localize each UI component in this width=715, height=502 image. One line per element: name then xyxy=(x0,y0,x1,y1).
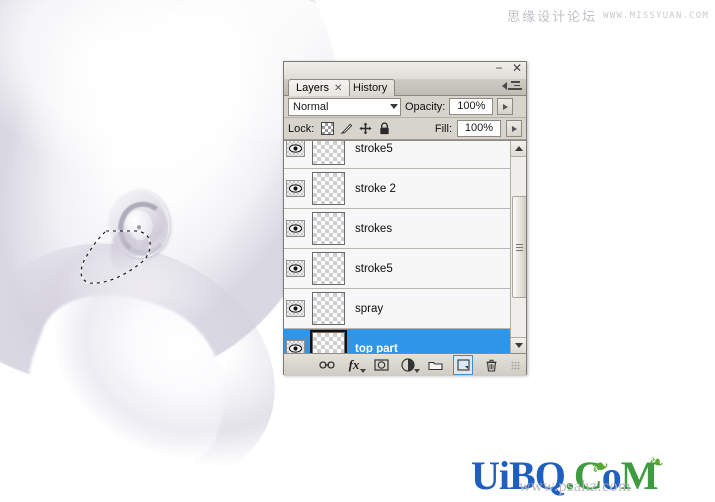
layer-thumbnail-cell[interactable] xyxy=(306,252,350,285)
panel-menu-icon[interactable] xyxy=(502,81,522,93)
layer-name-label: strokes xyxy=(355,222,393,235)
lock-icon-group[interactable] xyxy=(321,122,391,135)
layer-style-fx-icon[interactable]: fx xyxy=(345,356,366,374)
layer-thumbnail[interactable] xyxy=(311,292,345,325)
scroll-down-button[interactable] xyxy=(511,337,526,353)
eye-icon[interactable] xyxy=(285,300,305,317)
layer-visibility-toggle[interactable] xyxy=(284,329,306,353)
panel-menu-triangle xyxy=(502,82,507,90)
layer-name-label: stroke5 xyxy=(355,142,393,155)
layer-thumbnail-cell[interactable] xyxy=(306,292,350,325)
lock-all-icon[interactable] xyxy=(378,122,391,135)
window-controls[interactable]: − ✕ xyxy=(493,62,523,76)
blend-options-row[interactable]: Normal Opacity: 100% xyxy=(284,96,526,118)
fill-input[interactable]: 100% xyxy=(457,120,501,137)
lock-position-icon[interactable] xyxy=(359,122,372,135)
layer-rows: stroke5 stroke 2 strokes stroke5 spray t… xyxy=(284,141,511,353)
lock-row[interactable]: Lock: Fill: 100% xyxy=(284,118,526,140)
blend-mode-value: Normal xyxy=(293,100,329,113)
menu-line xyxy=(514,84,520,86)
marching-ants-selection[interactable] xyxy=(78,228,163,290)
scrollbar-grip-icon xyxy=(516,242,523,253)
chevron-up-icon xyxy=(514,146,523,151)
eye-icon[interactable] xyxy=(285,141,305,157)
lock-label: Lock: xyxy=(288,122,315,135)
menu-line xyxy=(508,88,522,90)
layer-visibility-toggle[interactable] xyxy=(284,289,306,328)
layer-thumbnail[interactable] xyxy=(311,141,345,165)
table-row[interactable]: stroke5 xyxy=(284,249,511,289)
fill-label: Fill: xyxy=(434,122,452,135)
eye-icon[interactable] xyxy=(285,220,305,237)
close-icon[interactable]: ✕ xyxy=(511,62,523,76)
fill-slider-button[interactable] xyxy=(506,120,522,137)
chevron-right-icon xyxy=(502,103,508,110)
panel-tabbar[interactable]: Layers ✕ History xyxy=(284,79,526,96)
watermark-top: 思缘设计论坛 WWW.MISSYUAN.COM xyxy=(507,6,709,25)
chevron-right-icon xyxy=(511,125,517,132)
tab-layers[interactable]: Layers ✕ xyxy=(288,79,351,96)
layer-visibility-toggle[interactable] xyxy=(284,169,306,208)
delete-layer-trash-icon[interactable] xyxy=(482,356,500,374)
chevron-down-icon xyxy=(360,369,366,373)
new-group-folder-icon[interactable] xyxy=(426,356,444,374)
tab-close-icon[interactable]: ✕ xyxy=(334,83,342,94)
layer-list-scrollbar[interactable] xyxy=(510,141,526,353)
layer-thumbnail-cell[interactable] xyxy=(306,172,350,205)
chevron-down-icon xyxy=(390,104,398,109)
layer-thumbnail-cell[interactable] xyxy=(306,330,350,353)
opacity-slider-button[interactable] xyxy=(497,98,514,115)
layers-panel[interactable]: − ✕ Layers ✕ History Normal Opacity: 100%… xyxy=(283,61,527,376)
watermark-chinese-text: 思缘设计论坛 xyxy=(507,10,598,25)
layer-thumbnail[interactable] xyxy=(309,330,347,353)
layer-thumbnail[interactable] xyxy=(311,172,345,205)
watermark-bottom-url: www.psahz.com xyxy=(519,478,632,495)
table-row[interactable]: spray xyxy=(284,289,511,329)
layer-thumbnail[interactable] xyxy=(311,212,345,245)
lock-transparent-pixels-icon[interactable] xyxy=(321,122,335,135)
opacity-label: Opacity: xyxy=(405,100,446,113)
layer-list[interactable]: stroke5 stroke 2 strokes stroke5 spray t… xyxy=(284,140,526,353)
eye-icon[interactable] xyxy=(285,260,305,277)
layer-name-label: spray xyxy=(355,302,384,315)
table-row[interactable]: stroke5 xyxy=(284,141,511,169)
layer-thumbnail-cell[interactable] xyxy=(306,141,350,165)
new-layer-icon[interactable] xyxy=(453,355,473,375)
add-layer-mask-icon[interactable] xyxy=(372,356,390,374)
layer-name-label: top part xyxy=(355,342,398,354)
layer-name-label: stroke5 xyxy=(355,262,393,275)
new-adjustment-layer-icon[interactable] xyxy=(399,356,420,374)
layer-thumbnail[interactable] xyxy=(311,252,345,285)
layer-name-label: stroke 2 xyxy=(355,182,396,195)
tab-history[interactable]: History xyxy=(345,79,396,96)
tab-layers-label: Layers xyxy=(296,82,330,94)
layer-visibility-toggle[interactable] xyxy=(284,141,306,168)
scroll-up-button[interactable] xyxy=(511,141,526,157)
link-layers-icon[interactable] xyxy=(318,356,336,374)
layer-thumbnail-cell[interactable] xyxy=(306,212,350,245)
opacity-input[interactable]: 100% xyxy=(449,98,494,115)
table-row[interactable]: top part xyxy=(284,329,511,353)
blend-mode-select[interactable]: Normal xyxy=(288,97,401,116)
layers-panel-footer[interactable]: fx xyxy=(284,353,526,376)
table-row[interactable]: strokes xyxy=(284,209,511,249)
minimize-icon[interactable]: − xyxy=(493,62,505,76)
tab-history-label: History xyxy=(353,82,388,94)
table-row[interactable]: stroke 2 xyxy=(284,169,511,209)
chevron-down-icon xyxy=(414,369,420,373)
scrollbar-thumb[interactable] xyxy=(512,196,526,298)
chevron-down-icon xyxy=(514,343,523,348)
lock-image-pixels-icon[interactable] xyxy=(340,122,353,135)
eye-icon[interactable] xyxy=(285,180,305,197)
watermark-url-text: WWW.MISSYUAN.COM xyxy=(603,10,709,21)
layer-visibility-toggle[interactable] xyxy=(284,209,306,248)
eye-icon[interactable] xyxy=(285,340,305,353)
menu-line xyxy=(511,81,520,83)
panel-resize-grip-icon[interactable] xyxy=(511,360,520,370)
watermark-bottom: UiBQ.CoM ❧ ❧ www.psahz.com xyxy=(471,450,701,498)
layer-visibility-toggle[interactable] xyxy=(284,249,306,288)
panel-titlebar[interactable]: − ✕ xyxy=(284,62,526,79)
